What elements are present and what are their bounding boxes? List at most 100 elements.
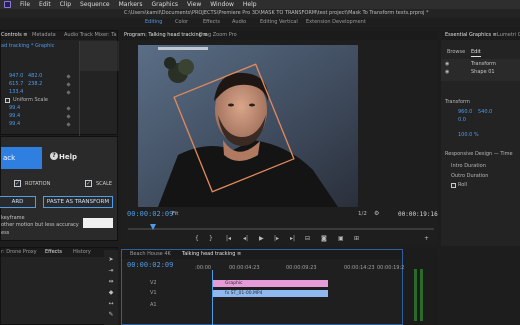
eye-icon[interactable]: ◉ <box>445 69 449 76</box>
camera-icon[interactable]: ◙ <box>321 235 327 242</box>
fit-dropdown[interactable]: Fit <box>172 211 178 217</box>
timeline-playhead[interactable] <box>212 270 213 325</box>
tab-audio-track-mixer[interactable]: Audio Track Mixer: Ta <box>64 31 117 40</box>
program-tabs: Program: Talking head tracking ≡ Drag Zo… <box>121 31 438 40</box>
transform-y[interactable]: 540.0 <box>478 109 492 116</box>
keyframe-icon[interactable] <box>66 90 71 95</box>
tab-lumetri[interactable]: Lumetri C <box>497 31 520 40</box>
go-to-out-icon[interactable]: ▸| <box>290 235 295 242</box>
transform-scale[interactable]: 100.0 % <box>458 132 479 139</box>
resolution-dropdown[interactable]: 1/2 <box>358 211 367 217</box>
project-tabs: r: Drone Proxy Effects History <box>1 248 117 257</box>
timeline-timecode[interactable]: 00:00:02:09 <box>127 261 173 269</box>
track-select-tool-icon[interactable]: ⇥ <box>107 267 115 274</box>
opacity-value[interactable]: 99.4 <box>9 113 20 120</box>
workspace-audio[interactable]: Audio <box>232 18 246 27</box>
tab-essential-graphics[interactable]: Essential Graphics ≡ <box>445 31 497 40</box>
selection-tool-icon[interactable]: ➤ <box>107 256 115 263</box>
workspace-editing-vertical[interactable]: Editing Vertical <box>260 18 298 27</box>
step-forward-icon[interactable]: |▸ <box>274 235 279 242</box>
graphic-clip[interactable]: Graphic <box>213 280 328 287</box>
effect-controls-panel: Controls ≡ Metadata Audio Track Mixer: T… <box>0 30 119 136</box>
mark-out-icon[interactable]: } <box>209 235 213 242</box>
workspace-effects[interactable]: Effects <box>203 18 220 27</box>
anchor-x-value[interactable]: 615.7 <box>9 81 23 88</box>
menu-clip[interactable]: Clip <box>60 0 71 9</box>
workspace-editing[interactable]: Editing <box>145 18 162 27</box>
mark-in-icon[interactable]: { <box>195 235 199 242</box>
workspace-color[interactable]: Color <box>175 18 188 27</box>
tab-talking-head-tracking[interactable]: Talking head tracking ≡ <box>182 250 241 259</box>
keyframe-icon[interactable] <box>66 82 71 87</box>
comparison-icon[interactable]: ▣ <box>338 235 344 242</box>
transform-rotation[interactable]: 0.0 <box>458 117 466 124</box>
tab-effects[interactable]: Effects <box>45 248 62 257</box>
program-timecode[interactable]: 00:00:02:09 <box>127 210 173 218</box>
tab-history[interactable]: History <box>73 248 91 257</box>
step-back-icon[interactable]: ◂| <box>243 235 248 242</box>
menu-edit[interactable]: Edit <box>39 0 51 9</box>
help-icon[interactable]: ? <box>50 152 58 160</box>
rotation-checkbox[interactable]: ✓ <box>14 180 21 187</box>
workspace-extension-development[interactable]: Extension Development <box>306 18 366 27</box>
lift-icon[interactable]: ⊟ <box>305 235 310 242</box>
uniform-scale-checkbox[interactable] <box>5 98 10 103</box>
menu-file[interactable]: File <box>20 0 30 9</box>
transform-heading: Transform <box>445 99 470 105</box>
tab-drone-proxy[interactable]: r: Drone Proxy <box>1 248 37 257</box>
blend-value[interactable]: 99.4 <box>9 121 20 128</box>
menu-graphics[interactable]: Graphics <box>152 0 179 9</box>
tab-drag-zoom-pro[interactable]: Drag Zoom Pro <box>199 31 237 40</box>
menu-sequence[interactable]: Sequence <box>80 0 110 9</box>
paste-as-transform-button[interactable]: PASTE AS TRANSFORM <box>43 196 113 208</box>
anchor-y-value[interactable]: 238.2 <box>28 81 42 88</box>
keyframe-icon[interactable] <box>66 122 71 127</box>
video-clip[interactable]: fx ST_01-00.MP4 <box>213 290 328 297</box>
eye-icon[interactable]: ◉ <box>445 61 449 68</box>
roll-checkbox[interactable] <box>451 183 456 188</box>
forward-button[interactable]: ARD <box>0 196 36 208</box>
tab-browse[interactable]: Browse <box>447 49 465 56</box>
safe-margins-icon[interactable]: ⊞ <box>354 235 359 242</box>
position-y-value[interactable]: 482.0 <box>28 73 42 80</box>
menu-markers[interactable]: Markers <box>119 0 143 9</box>
ripple-edit-tool-icon[interactable]: ⇹ <box>107 278 115 285</box>
track-button[interactable]: ack <box>1 147 42 169</box>
play-icon[interactable]: ▶ <box>259 235 264 242</box>
menu-view[interactable]: View <box>187 0 201 9</box>
program-scrub-bar[interactable] <box>128 228 434 230</box>
project-path-bar: C:\Users\kamil\Documents\PROJECTS\Premie… <box>0 9 520 18</box>
layer-shape[interactable]: Shape 01 <box>471 69 495 76</box>
value-input[interactable] <box>83 218 113 228</box>
slip-tool-icon[interactable]: ↔ <box>107 300 115 307</box>
razor-tool-icon[interactable]: ◆ <box>107 289 115 296</box>
opacity-row: 99.4 <box>1 113 119 120</box>
scale-value[interactable]: 133.4 <box>9 89 23 96</box>
go-to-in-icon[interactable]: |◂ <box>226 235 231 242</box>
layer-transform[interactable]: Transform <box>471 61 496 68</box>
keyframe-icon[interactable] <box>66 114 71 119</box>
add-button-icon[interactable]: + <box>424 235 429 242</box>
pen-tool-icon[interactable]: ✎ <box>107 311 115 318</box>
menu-help[interactable]: Help <box>243 0 257 9</box>
menu-window[interactable]: Window <box>210 0 234 9</box>
tab-edit[interactable]: Edit <box>471 49 481 57</box>
tab-metadata[interactable]: Metadata <box>32 31 56 40</box>
tab-beach-house[interactable]: Beach House 4K <box>130 250 171 259</box>
position-x-value[interactable]: 947.0 <box>9 73 23 80</box>
rotation-label: ROTATION <box>25 181 51 187</box>
premiere-app-icon[interactable] <box>4 1 11 8</box>
video-frame[interactable] <box>138 45 358 207</box>
tab-program[interactable]: Program: Talking head tracking ≡ <box>124 31 208 40</box>
help-button[interactable]: Help <box>59 153 77 161</box>
scale-checkbox[interactable]: ✓ <box>85 180 92 187</box>
roll-label: Roll <box>458 182 468 188</box>
ruler-2: 00:00:09:23 <box>286 265 317 271</box>
transform-x[interactable]: 960.0 <box>458 109 472 116</box>
keyframe-icon[interactable] <box>66 74 71 79</box>
rotation-value[interactable]: 99.4 <box>9 105 20 112</box>
settings-icon[interactable]: ⚙ <box>374 210 379 217</box>
track-a1-label: A1 <box>150 302 157 308</box>
keyframe-icon[interactable] <box>66 106 71 111</box>
tab-effect-controls[interactable]: Controls ≡ <box>1 31 27 40</box>
